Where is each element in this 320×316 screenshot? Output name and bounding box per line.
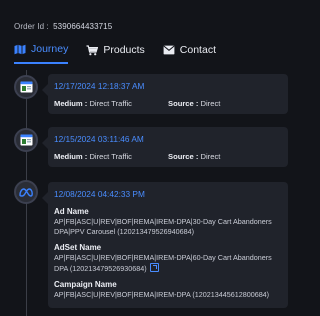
tab-bar: Journey Products Contact <box>14 43 216 64</box>
map-icon <box>14 44 26 55</box>
order-id-value: 5390664433715 <box>53 22 113 31</box>
browser-icon <box>14 128 38 152</box>
adset-name-label: AdSet Name <box>54 243 102 252</box>
tab-products[interactable]: Products <box>86 44 145 63</box>
source-value: Direct <box>200 99 221 108</box>
meta-icon <box>14 180 38 204</box>
external-link-icon[interactable] <box>149 263 159 272</box>
browser-icon <box>14 75 38 99</box>
timeline-event-card: 12/15/2024 03:11:46 AM Medium : Direct T… <box>42 127 288 167</box>
tab-journey-label: Journey <box>31 43 69 55</box>
medium-value: Direct Traffic <box>89 152 132 161</box>
medium-value: Direct Traffic <box>89 99 132 108</box>
source-label: Source : <box>168 99 199 108</box>
ad-name-label: Ad Name <box>54 207 89 216</box>
source-label: Source : <box>168 152 199 161</box>
order-journey-panel: Order Id : 5390664433715 Journey Product… <box>0 0 300 316</box>
ad-name-value: AP|FB|ASC|U|REV|BOF|REMA|IREM-DPA|30-Day… <box>54 217 272 236</box>
tab-contact[interactable]: Contact <box>163 44 216 63</box>
order-id: Order Id : 5390664433715 <box>14 22 112 31</box>
campaign-name-label: Campaign Name <box>54 280 117 289</box>
order-id-label: Order Id : <box>14 22 49 31</box>
tab-products-label: Products <box>103 44 145 56</box>
event-meta: Medium : Direct Traffic Source : Direct <box>54 99 282 108</box>
cart-icon <box>86 44 99 56</box>
tab-journey[interactable]: Journey <box>14 43 69 64</box>
timeline-event-card: 12/08/2024 04:42:33 PM Ad Name AP|FB|ASC… <box>42 182 288 308</box>
medium-label: Medium : <box>54 99 88 108</box>
timeline-event-card: 12/17/2024 12:18:37 AM Medium : Direct T… <box>42 74 288 114</box>
tab-contact-label: Contact <box>179 44 216 56</box>
event-meta: Medium : Direct Traffic Source : Direct <box>54 152 282 161</box>
campaign-name-value: AP|FB|ASC|U|REV|BOF|REMA|IREM-DPA (12021… <box>54 290 270 299</box>
envelope-icon <box>163 45 175 55</box>
event-date: 12/08/2024 04:42:33 PM <box>54 189 145 199</box>
event-date: 12/17/2024 12:18:37 AM <box>54 81 145 91</box>
medium-label: Medium : <box>54 152 88 161</box>
adset-name-value: AP|FB|ASC|U|REV|BOF|REMA|IREM-DPA|60-Day… <box>54 253 272 273</box>
event-date: 12/15/2024 03:11:46 AM <box>54 134 144 144</box>
adset-name: AP|FB|ASC|U|REV|BOF|REMA|IREM-DPA|60-Day… <box>54 253 282 274</box>
source-value: Direct <box>200 152 221 161</box>
